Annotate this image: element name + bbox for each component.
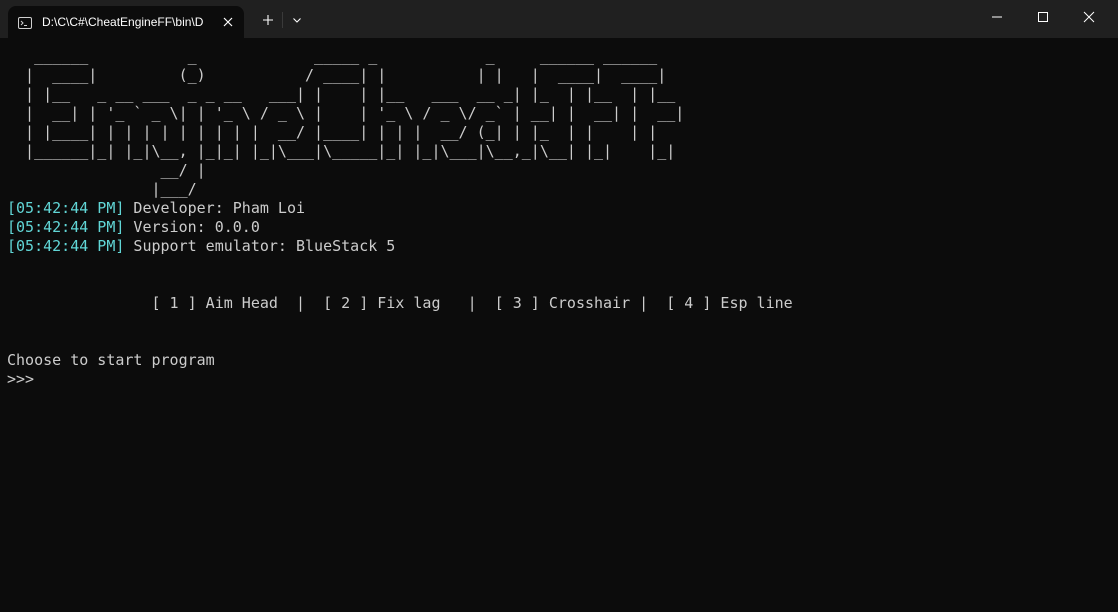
log-message: Version: 0.0.0 [124,218,260,236]
scrollbar[interactable] [1112,38,1118,612]
close-icon [223,17,233,27]
title-bar: D:\C\C#\CheatEngineFF\bin\D [0,0,1118,38]
close-icon [1083,11,1095,23]
tab-close-button[interactable] [216,10,240,34]
menu-options: [ 1 ] Aim Head | [ 2 ] Fix lag | [ 3 ] C… [7,294,793,312]
minimize-icon [992,16,1002,18]
input-prompt[interactable]: >>> [7,370,793,389]
log-timestamp: [05:42:44 PM] [7,218,125,236]
banner-line: __/ | [7,161,685,179]
banner-line: | ____| (_) / ____| | | | | ____| ____| [7,66,667,84]
tab-title: D:\C\C#\CheatEngineFF\bin\D [42,15,204,29]
tab-dropdown-button[interactable] [285,8,309,32]
terminal-tab[interactable]: D:\C\C#\CheatEngineFF\bin\D [8,6,244,38]
new-tab-button[interactable] [256,8,280,32]
banner-line: | |__ _ __ ___ _ _ __ ___| | | |__ ___ _… [7,85,703,103]
close-window-button[interactable] [1066,0,1112,34]
banner-line: |___/ [7,180,685,198]
log-message: Developer: Pham Loi [124,199,306,217]
log-line: [05:42:44 PM] Support emulator: BlueStac… [7,237,793,256]
banner-line: | |____| | | | | | | | | | __/ |____| | … [7,123,703,141]
minimize-button[interactable] [974,0,1020,34]
log-line: [05:42:44 PM] Developer: Pham Loi [7,199,793,218]
log-timestamp: [05:42:44 PM] [7,199,125,217]
banner-line: |______|_| |_|\__, |_|_| |_|\___|\_____|… [7,142,721,160]
plus-icon [263,15,273,25]
tab-separator [282,12,283,28]
maximize-button[interactable] [1020,0,1066,34]
console-output[interactable]: ______ _ _____ _ _ ______ ______ | ____|… [7,47,793,389]
maximize-icon [1038,12,1048,22]
log-timestamp: [05:42:44 PM] [7,237,125,255]
banner-line: ______ _ _____ _ _ ______ ______ [7,47,667,65]
log-line: [05:42:44 PM] Version: 0.0.0 [7,218,793,237]
chevron-down-icon [293,18,301,23]
console-icon [18,15,32,29]
log-message: Support emulator: BlueStack 5 [124,237,396,255]
banner-line: | __| | '_ ` _ \| | '_ \ / _ \ | | '_ \ … [7,104,703,122]
prompt-text: Choose to start program [7,351,215,369]
